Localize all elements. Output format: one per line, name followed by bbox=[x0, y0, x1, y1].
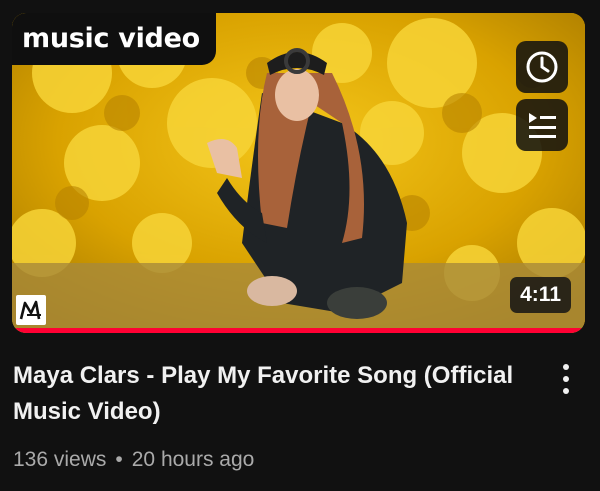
clock-icon bbox=[526, 51, 558, 83]
video-card[interactable]: music video 4:11 Maya Clars - Play My Fa… bbox=[0, 0, 600, 491]
channel-logo-m bbox=[19, 300, 41, 320]
watch-later-button[interactable] bbox=[516, 41, 568, 93]
duration-badge: 4:11 bbox=[510, 277, 571, 313]
queue-icon bbox=[529, 113, 556, 138]
video-metadata: 136 views • 20 hours ago bbox=[13, 446, 254, 474]
video-thumbnail[interactable]: music video 4:11 bbox=[12, 13, 585, 333]
upload-age: 20 hours ago bbox=[131, 448, 255, 471]
more-actions-button[interactable] bbox=[551, 360, 581, 398]
channel-logo bbox=[16, 295, 46, 325]
music-video-badge: music video bbox=[12, 13, 216, 65]
view-count: 136 views bbox=[13, 448, 107, 471]
kebab-dot bbox=[563, 364, 569, 370]
meta-separator: • bbox=[115, 448, 123, 471]
watch-progress-bar bbox=[12, 328, 585, 333]
kebab-dot bbox=[563, 376, 569, 382]
kebab-dot bbox=[563, 388, 569, 394]
video-title[interactable]: Maya Clars - Play My Favorite Song (Offi… bbox=[13, 358, 533, 430]
add-to-queue-button[interactable] bbox=[516, 99, 568, 151]
